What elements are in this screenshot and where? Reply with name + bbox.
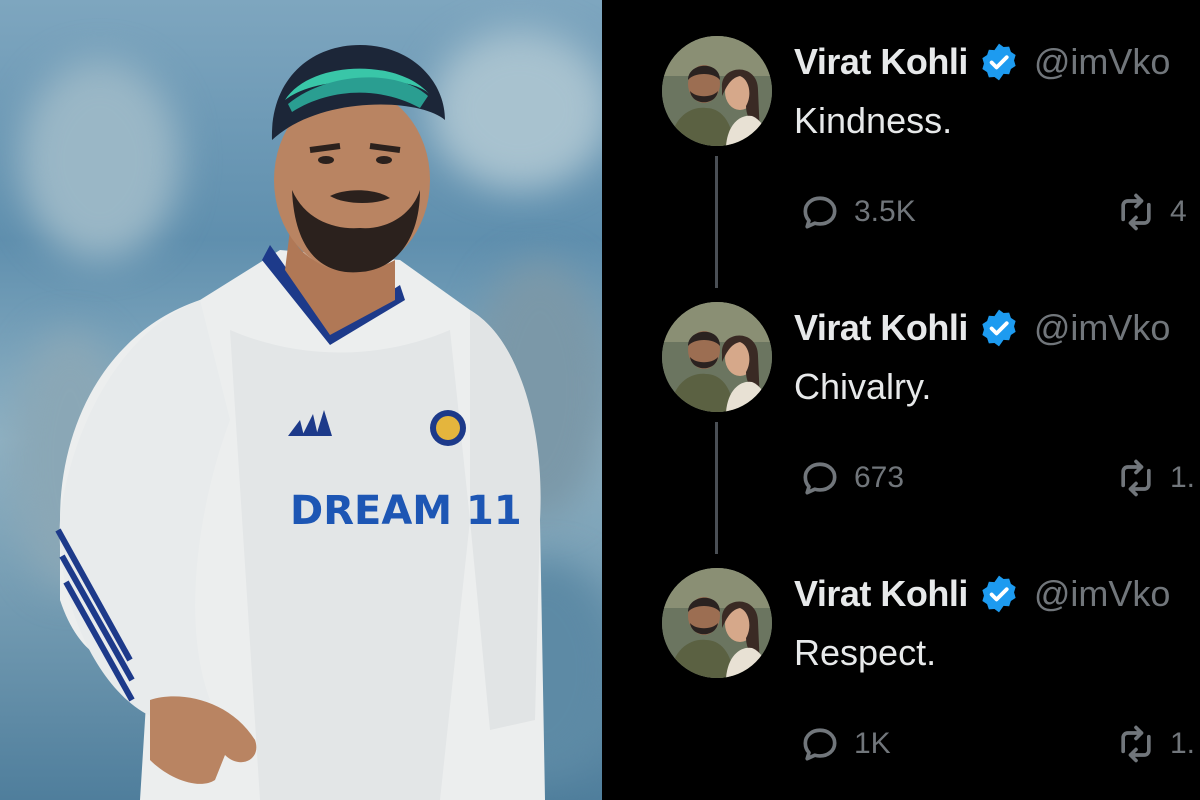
author-name[interactable]: Virat Kohli [794, 307, 968, 349]
retweet-button[interactable]: 4 [1114, 190, 1187, 234]
author-handle[interactable]: @imVko [1034, 573, 1171, 615]
avatar-image [662, 568, 772, 678]
retweet-icon [1121, 725, 1151, 763]
avatar[interactable] [662, 568, 772, 678]
tweet-header: Virat Kohli @imVko [794, 40, 1170, 84]
panel-divider [602, 0, 618, 800]
retweet-count: 1. [1170, 461, 1196, 494]
tweet-thread: Virat Kohli @imVko Kindness. 3.5K 4 Vira… [618, 0, 1200, 800]
reply-count: 673 [854, 461, 905, 494]
tweet-text: Kindness. [794, 100, 953, 141]
reply-icon [803, 462, 837, 495]
reply-icon [803, 196, 837, 229]
avatar[interactable] [662, 302, 772, 412]
retweet-count: 1. [1170, 727, 1196, 760]
tweet-text: Respect. [794, 632, 937, 673]
author-handle[interactable]: @imVko [1034, 41, 1171, 83]
tweet-text: Chivalry. [794, 366, 932, 407]
tweet-header: Virat Kohli @imVko [794, 306, 1170, 350]
tweet-header: Virat Kohli @imVko [794, 572, 1170, 616]
verified-badge-icon [982, 309, 1016, 347]
tweet-3[interactable]: Virat Kohli @imVko Respect. 1K 1. [618, 532, 1200, 798]
retweet-icon [1121, 193, 1151, 231]
author-name[interactable]: Virat Kohli [794, 573, 968, 615]
tweet-1[interactable]: Virat Kohli @imVko Kindness. 3.5K 4 [618, 0, 1200, 288]
reply-button[interactable]: 1K [798, 722, 891, 766]
reply-count: 3.5K [854, 195, 916, 228]
tweet-actions: 1K 1. [798, 722, 1200, 766]
sponsor-text: DREAM 11 [290, 488, 522, 534]
avatar[interactable] [662, 36, 772, 146]
author-name[interactable]: Virat Kohli [794, 41, 968, 83]
avatar-image [662, 36, 772, 146]
player-photo: DREAM 11 [0, 0, 602, 800]
tweet-2[interactable]: Virat Kohli @imVko Chivalry. 673 1. [618, 266, 1200, 554]
player-figure: DREAM 11 [55, 45, 545, 800]
reply-icon [803, 728, 837, 761]
tweet-actions: 3.5K 4 [798, 190, 1200, 234]
avatar-image [662, 302, 772, 412]
reply-button[interactable]: 3.5K [798, 190, 916, 234]
tweet-actions: 673 1. [798, 456, 1200, 500]
retweet-button[interactable]: 1. [1114, 456, 1195, 500]
retweet-count: 4 [1170, 195, 1187, 228]
reply-button[interactable]: 673 [798, 456, 904, 500]
reply-count: 1K [854, 727, 891, 760]
verified-badge-icon [982, 575, 1016, 613]
retweet-button[interactable]: 1. [1114, 722, 1195, 766]
author-handle[interactable]: @imVko [1034, 307, 1171, 349]
retweet-icon [1121, 459, 1151, 497]
verified-badge-icon [982, 43, 1016, 81]
